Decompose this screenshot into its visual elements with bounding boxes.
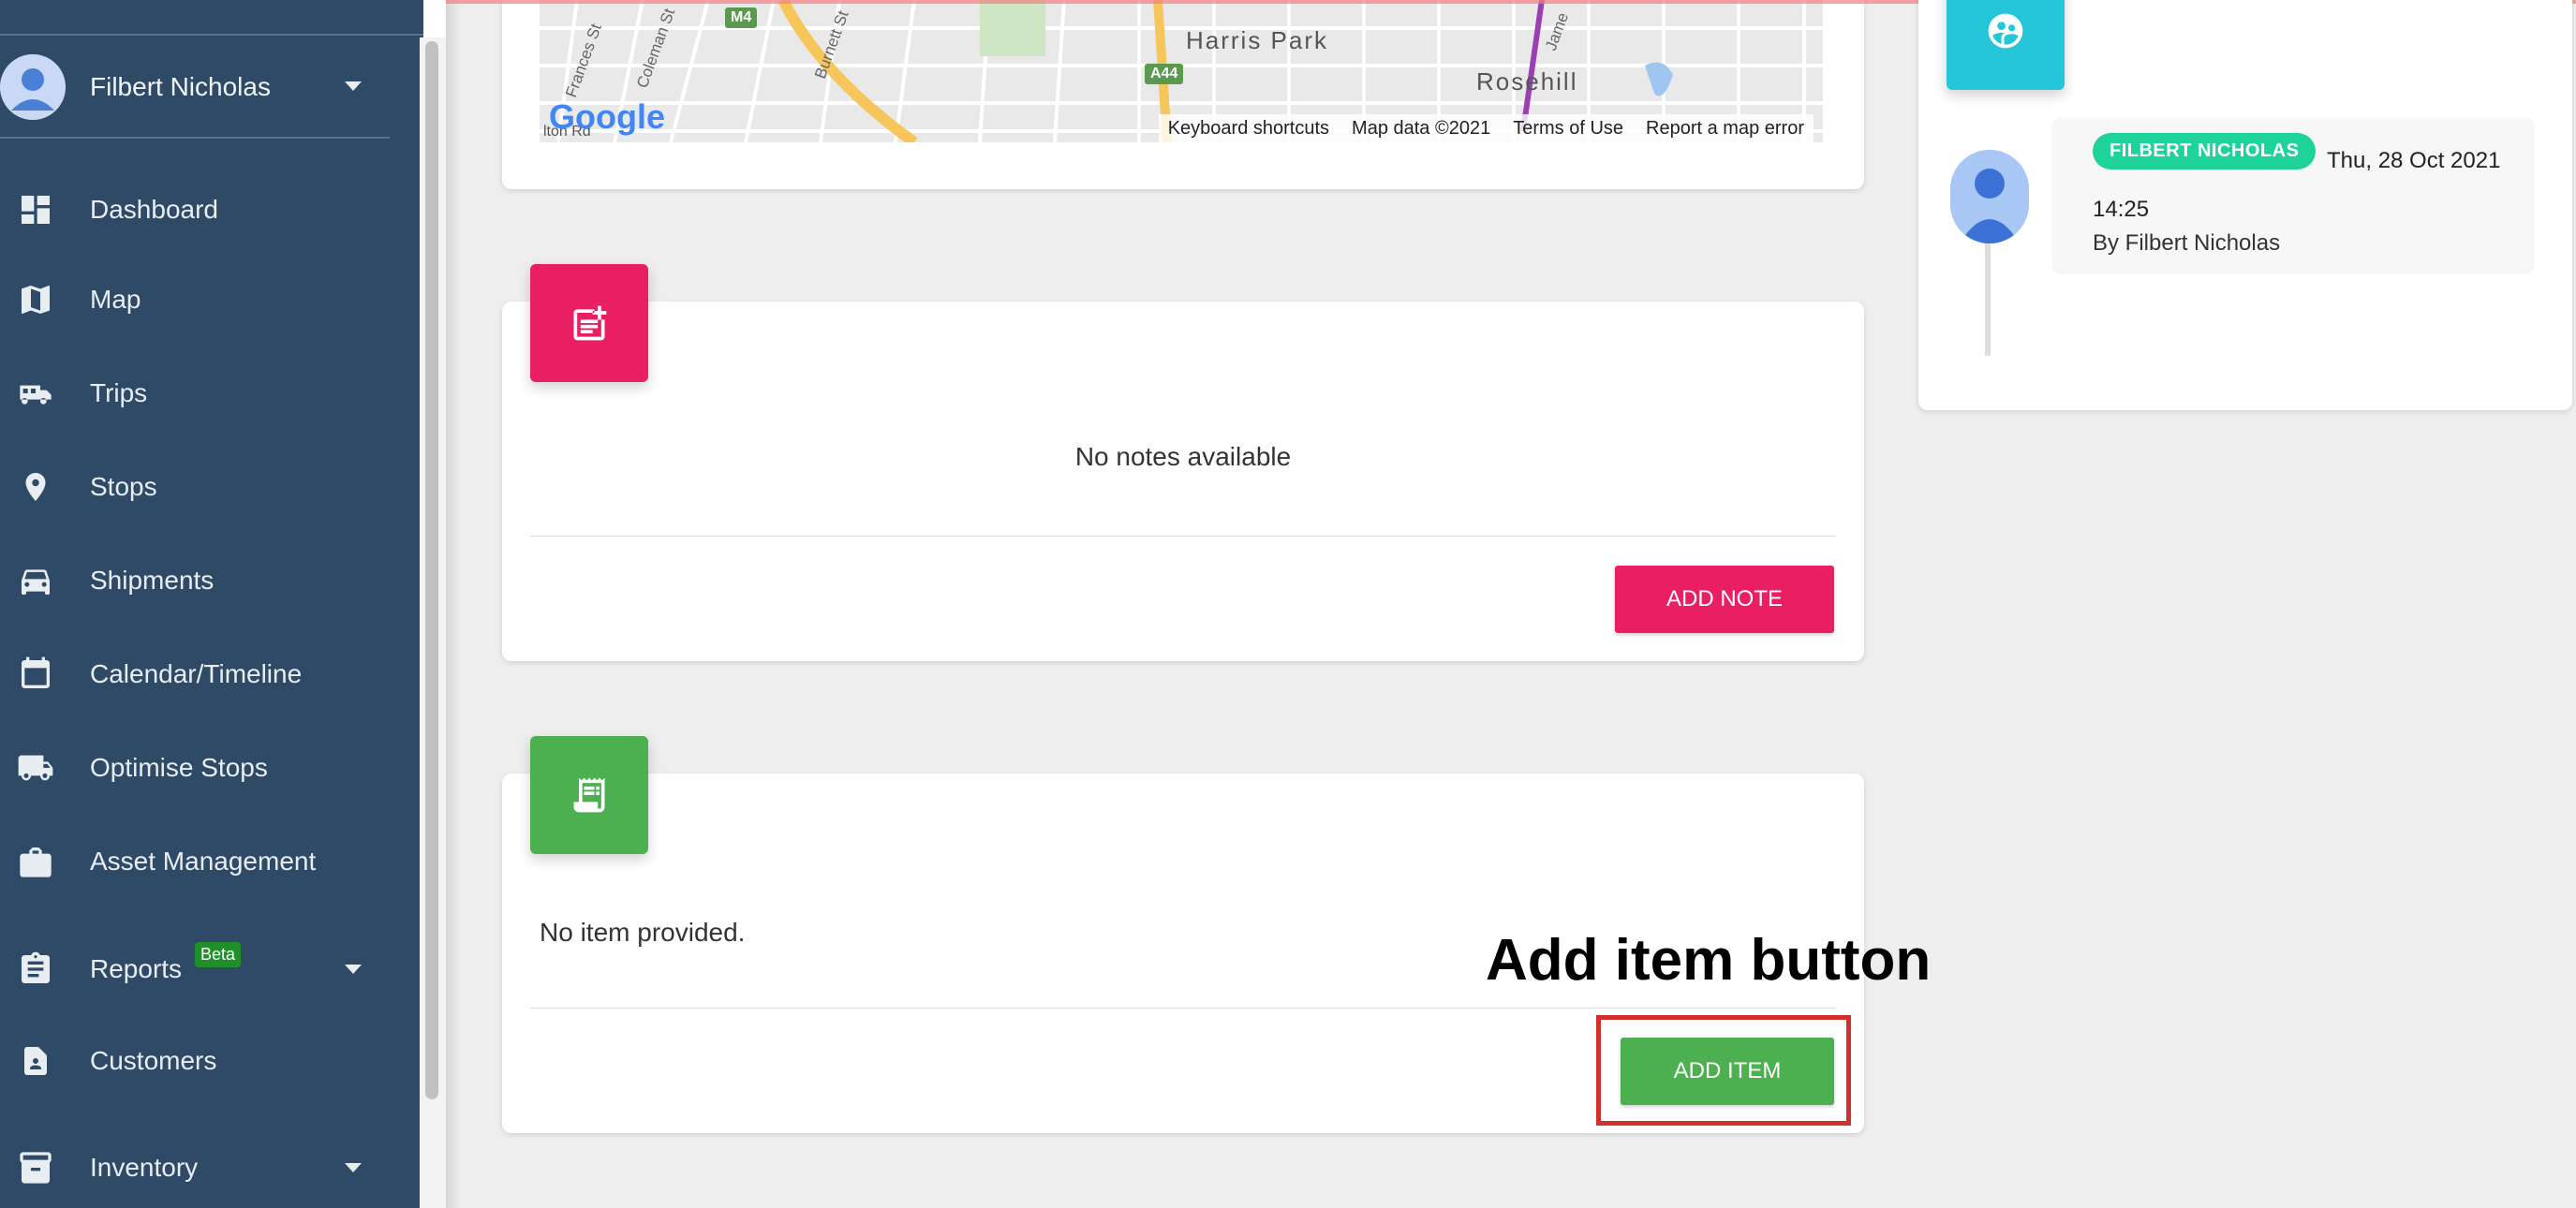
sidebar-item-label: Stops (90, 472, 157, 501)
map-card: M4 A44 Harris Park Rosehill Frances St C… (502, 0, 1864, 189)
annotation-label: Add item button (1486, 928, 1932, 993)
user-menu[interactable]: Filbert Nicholas (0, 52, 393, 123)
sidebar-item-label: Map (90, 285, 141, 314)
beta-badge: Beta (195, 942, 242, 967)
sidebar-item-label: Optimise Stops (90, 753, 268, 782)
map-data-text: Map data ©2021 (1352, 117, 1491, 139)
items-divider (530, 1008, 1836, 1009)
map-place-rosehill: Rosehill (1476, 67, 1578, 96)
notes-card: No notes available ADD NOTE (502, 302, 1864, 661)
sidebar-item-reports[interactable]: Reports Beta (0, 936, 412, 1002)
sidebar-item-label: Dashboard (90, 195, 218, 224)
user-menu-caret-icon[interactable] (345, 81, 362, 91)
main-content-shadow (446, 0, 461, 1208)
road-shield-m4: M4 (725, 7, 758, 28)
map-icon (15, 279, 56, 320)
notes-divider (530, 536, 1836, 537)
sidebar-item-asset-management[interactable]: Asset Management (0, 829, 412, 894)
sidebar-item-label: Reports (90, 954, 183, 983)
clipboard-icon (15, 949, 56, 990)
report-map-error-link[interactable]: Report a map error (1646, 118, 1804, 140)
calendar-icon (15, 654, 56, 695)
car-icon (15, 560, 56, 601)
timeline-user-avatar-icon (1950, 150, 2029, 243)
sidebar-item-dashboard[interactable]: Dashboard (0, 177, 412, 243)
bus-icon (15, 373, 56, 414)
sidebar-scrollbar[interactable] (420, 37, 446, 1208)
location-pin-icon (15, 466, 56, 508)
terms-of-use-link[interactable]: Terms of Use (1513, 118, 1623, 140)
sidebar-top-divider (0, 34, 446, 36)
sidebar: Filbert Nicholas Dashboard Map Trips Sto… (0, 0, 446, 1208)
contact-file-icon (15, 1040, 56, 1082)
activity-author: By Filbert Nicholas (2093, 230, 2281, 256)
road-shield-a44: A44 (1145, 64, 1184, 84)
add-note-button[interactable]: ADD NOTE (1615, 566, 1834, 633)
sidebar-item-optimise-stops[interactable]: Optimise Stops (0, 735, 412, 801)
sidebar-item-calendar-timeline[interactable]: Calendar/Timeline (0, 641, 412, 707)
map-place-harris-park: Harris Park (1186, 26, 1329, 54)
notes-empty-state: No notes available (1074, 442, 1292, 471)
truck-icon (15, 747, 56, 788)
sidebar-user-divider (0, 137, 390, 139)
sidebar-item-inventory[interactable]: Inventory (0, 1135, 412, 1201)
dashboard-icon (15, 189, 56, 230)
map-view[interactable]: M4 A44 Harris Park Rosehill Frances St C… (540, 0, 1823, 142)
inventory-expand-caret-icon[interactable] (345, 1163, 362, 1172)
sidebar-item-label: Shipments (90, 566, 215, 595)
sidebar-item-customers[interactable]: Customers (0, 1028, 412, 1094)
keyboard-shortcuts-link[interactable]: Keyboard shortcuts (1168, 118, 1329, 140)
items-empty-state: No item provided. (540, 918, 746, 947)
user-name: Filbert Nicholas (90, 72, 271, 101)
map-attribution-bar: Keyboard shortcuts Map data ©2021 Terms … (1158, 114, 1814, 142)
sidebar-item-label: Asset Management (90, 847, 317, 876)
supervised-user-icon (1947, 0, 2065, 90)
sidebar-item-label: Inventory (90, 1153, 199, 1182)
sidebar-item-label: Trips (90, 378, 148, 407)
receipt-icon (530, 736, 648, 854)
sidebar-item-map[interactable]: Map (0, 267, 412, 332)
sidebar-item-label: Customers (90, 1046, 217, 1075)
activity-entry: Thu, 28 Oct 2021 14:25 FILBERT NICHOLAS … (2053, 118, 2533, 272)
sidebar-item-stops[interactable]: Stops (0, 454, 412, 520)
briefcase-icon (15, 841, 56, 882)
sidebar-item-label: Calendar/Timeline (90, 659, 303, 688)
archive-box-icon (15, 1147, 56, 1188)
reports-expand-caret-icon[interactable] (345, 965, 362, 974)
google-logo[interactable]: Google (549, 97, 665, 137)
activity-user-badge: FILBERT NICHOLAS (2093, 133, 2317, 169)
sidebar-scrollbar-thumb[interactable] (425, 41, 438, 1099)
sidebar-item-trips[interactable]: Trips (0, 361, 412, 426)
sidebar-item-shipments[interactable]: Shipments (0, 548, 412, 613)
add-item-highlight-box (1596, 1015, 1851, 1126)
user-avatar-icon (0, 54, 66, 120)
note-add-icon (530, 264, 648, 382)
